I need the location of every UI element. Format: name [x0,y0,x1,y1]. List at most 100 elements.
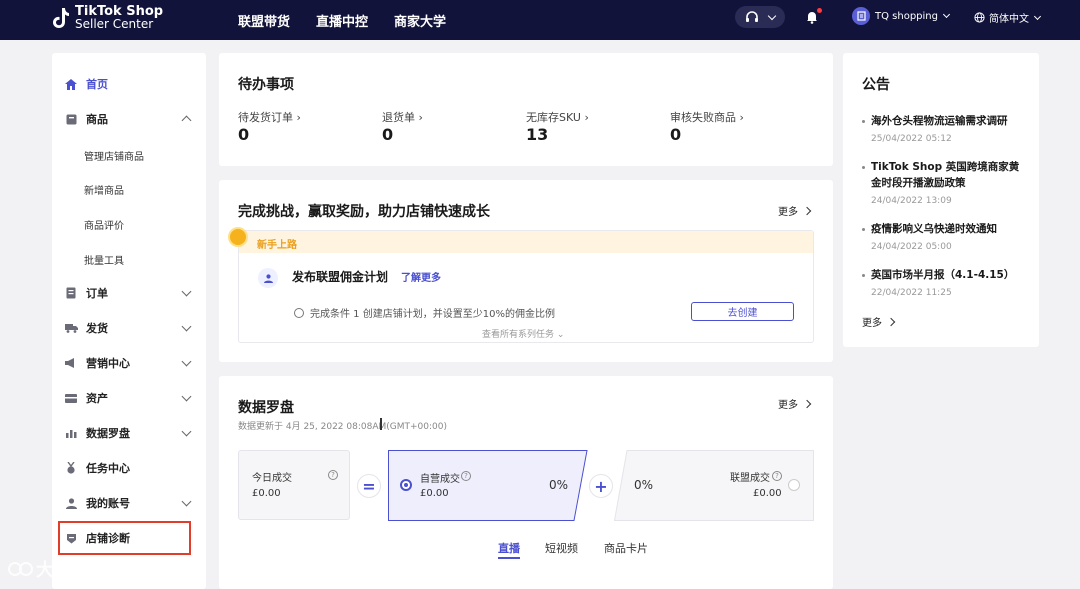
shop-avatar-icon [852,7,870,25]
user-icon [64,496,78,510]
notification-dot [817,8,822,13]
notice-item[interactable]: TikTok Shop 英国跨境商家黄金时段开播激励政策 [862,159,1022,191]
highlight-annotation-box [58,521,191,555]
sidebar-subitem-bulk-tools[interactable]: 批量工具 [84,252,124,267]
language-label: 简体中文 [989,14,1029,25]
sidebar-item-label: 数据罗盘 [86,427,130,440]
user-icon [258,268,278,288]
shop-switcher[interactable]: TQ shopping [852,7,951,25]
tab-short-video[interactable]: 短视频 [545,540,578,556]
chart-icon [64,426,78,440]
challenge-banner-text: 新手上路 [257,240,297,251]
sidebar-item-label: 订单 [86,287,108,300]
create-plan-button[interactable]: 去创建 [691,302,794,321]
sidebar-subitem-product-reviews[interactable]: 商品评价 [84,217,124,232]
chevron-down-icon [181,356,192,367]
active-tab-indicator [498,557,520,559]
nav-live-control[interactable]: 直播中控 [316,11,368,30]
compass-update-time: 数据更新于 4月 25, 2022 08:08AM(GMT+00:00) [238,422,447,432]
todo-out-of-stock-value: 13 [526,125,549,144]
sidebar-item-orders[interactable]: 订单 [52,281,206,305]
self-sales-radio[interactable] [400,479,412,491]
task-condition: 完成条件 1 创建店铺计划，并设置至少10%的佣金比例 [294,305,555,320]
chevron-down-icon [181,426,192,437]
compass-more-link[interactable]: 更多 [778,396,812,411]
affiliate-sales-label: 联盟成交 [730,473,770,484]
chevron-down-icon [181,496,192,507]
chevron-up-icon [181,115,192,126]
chevron-right-icon [802,399,812,408]
learn-more-link[interactable]: 了解更多 [401,269,441,284]
tiktok-medal-icon [228,227,248,247]
language-switcher[interactable]: 简体中文 [974,10,1042,25]
sidebar-item-task-center[interactable]: 任务中心 [52,456,206,480]
sidebar-item-shipping[interactable]: 发货 [52,316,206,340]
chevron-down-icon [181,286,192,297]
sidebar-item-products[interactable]: 商品 [52,107,206,131]
watermark: 大数跨境 [8,556,108,582]
challenge-more-link[interactable]: 更多 [778,203,812,218]
challenge-title: 完成挑战，赢取奖励，助力店铺快速成长 [238,204,490,220]
plus-icon: + [589,474,613,498]
shop-name: TQ shopping [875,10,938,22]
todo-out-of-stock-label[interactable]: 无库存SKU › [526,109,589,125]
sidebar-item-assets[interactable]: 资产 [52,386,206,410]
today-sales-value: £0.00 [252,488,281,499]
today-sales-label: 今日成交 [252,473,292,484]
notice-item[interactable]: 海外仓头程物流运输需求调研 [862,113,1022,129]
chevron-down-icon [942,10,951,19]
sidebar-item-marketing[interactable]: 营销中心 [52,351,206,375]
box-icon [64,112,78,126]
todo-pending-orders-label[interactable]: 待发货订单 › [238,109,301,125]
challenge-banner: 新手上路 [239,231,813,253]
todo-pending-orders-value: 0 [238,125,250,144]
sidebar-subitem-manage-products[interactable]: 管理店铺商品 [84,148,144,163]
question-icon[interactable]: ? [461,471,471,481]
globe-icon [974,12,985,23]
sidebar-item-label: 营销中心 [86,357,130,370]
medal-icon [64,461,78,475]
chevron-down-icon [181,391,192,402]
chevron-right-icon [802,206,812,215]
notice-item[interactable]: 疫情影响义乌快递时效通知 [862,221,1022,237]
support-button[interactable] [735,6,785,28]
affiliate-sales-value: £0.00 [753,488,782,499]
todo-failed-review-value: 0 [670,125,682,144]
top-nav: 联盟带货 直播中控 商家大学 [238,0,472,40]
todo-failed-review-label[interactable]: 审核失败商品 › [670,109,744,125]
sidebar-item-home[interactable]: 首页 [52,72,206,96]
today-sales-box [238,450,350,520]
sidebar-item-data-compass[interactable]: 数据罗盘 [52,421,206,445]
view-all-tasks-link[interactable]: 查看所有系列任务 ⌄ [482,327,564,340]
question-icon[interactable]: ? [328,470,338,480]
sidebar-item-label: 我的账号 [86,497,130,510]
tiktok-logo-icon [53,8,69,28]
sidebar-item-label: 发货 [86,322,108,335]
sidebar-item-label: 商品 [86,113,108,126]
tab-product-card[interactable]: 商品卡片 [604,540,648,556]
chevron-down-icon [1033,12,1042,20]
affiliate-sales-percent: 0% [634,478,654,492]
arrow-circle-icon [294,307,304,318]
self-sales-value: £0.00 [420,488,449,499]
todo-returns-label[interactable]: 退货单 › [382,109,423,125]
sidebar-item-label: 资产 [86,392,108,405]
top-navigation-bar: TikTok Shop Seller Center 联盟带货 直播中控 商家大学… [0,0,1080,40]
tiktok-shop-logo[interactable]: TikTok Shop Seller Center [52,5,163,30]
chevron-right-icon [886,317,896,326]
chevron-down-icon [767,11,777,20]
affiliate-sales-radio[interactable] [788,479,800,491]
todo-title: 待办事项 [238,77,294,93]
equals-icon: = [357,474,381,498]
sidebar-item-my-account[interactable]: 我的账号 [52,491,206,515]
question-icon[interactable]: ? [772,471,782,481]
nav-affiliate[interactable]: 联盟带货 [238,11,290,30]
sidebar-subitem-add-product[interactable]: 新增商品 [84,182,124,197]
notices-title: 公告 [862,77,890,93]
notices-more-link[interactable]: 更多 [862,314,896,329]
nav-seller-university[interactable]: 商家大学 [394,11,446,30]
notice-item[interactable]: 英国市场半月报（4.1-4.15） [862,267,1022,283]
plan-title: 发布联盟佣金计划 [292,270,389,284]
headset-icon [746,11,758,22]
tab-live[interactable]: 直播 [498,540,520,556]
